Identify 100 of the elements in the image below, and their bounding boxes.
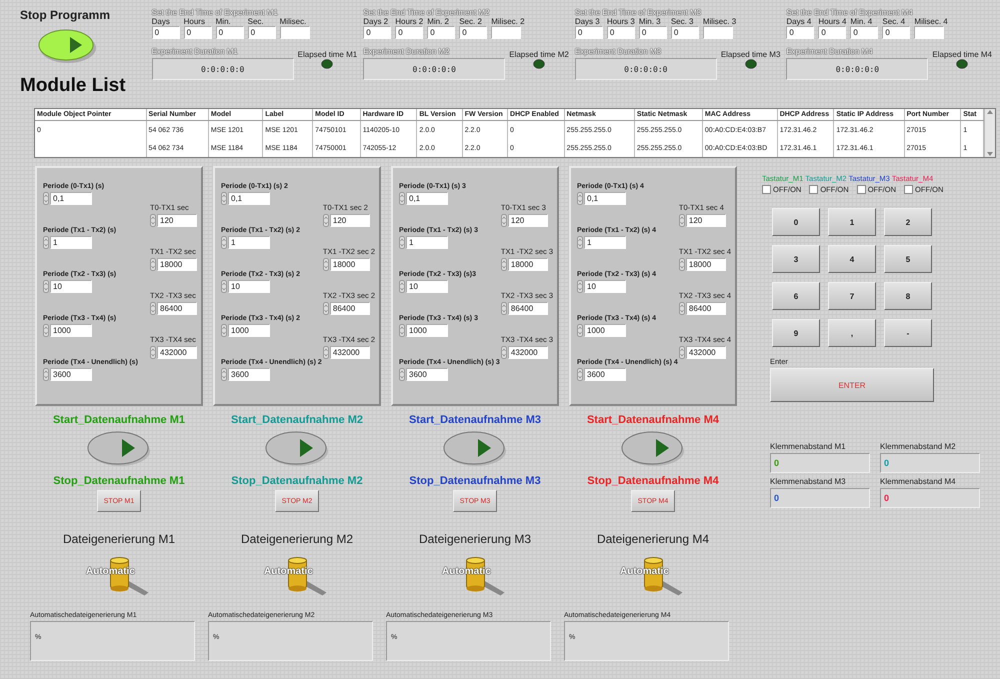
numeric-field[interactable]: 1 (406, 236, 448, 249)
spinner-icon[interactable] (43, 192, 49, 205)
spinner-icon[interactable] (221, 280, 227, 293)
numeric-field[interactable]: 432000 (686, 346, 726, 359)
numeric-field[interactable]: 10 (406, 280, 448, 293)
spinner-icon[interactable] (500, 258, 507, 271)
spinner-icon[interactable] (500, 302, 507, 315)
time-field[interactable]: 0 (216, 26, 244, 39)
numeric-field[interactable]: 1000 (584, 324, 626, 337)
numeric-field[interactable]: 120 (157, 214, 197, 227)
time-field[interactable]: 0 (638, 26, 667, 39)
numeric-field[interactable]: 1000 (50, 324, 92, 337)
spinner-icon[interactable] (678, 346, 685, 359)
spinner-icon[interactable] (399, 324, 405, 337)
numeric-field[interactable]: 0,1 (406, 192, 448, 205)
spinner-icon[interactable] (500, 346, 507, 359)
numeric-field[interactable]: 0,1 (228, 192, 270, 205)
spinner-icon[interactable] (577, 192, 583, 205)
spinner-icon[interactable] (322, 258, 329, 271)
numeric-field[interactable]: 120 (508, 214, 548, 227)
spinner-icon[interactable] (43, 280, 49, 293)
time-field[interactable]: 0 (184, 26, 212, 39)
time-field[interactable]: 0 (574, 26, 603, 39)
spinner-icon[interactable] (150, 302, 156, 315)
numeric-field[interactable]: 18000 (686, 258, 726, 271)
spinner-icon[interactable] (221, 324, 227, 337)
keypad-key[interactable]: 9 (772, 319, 820, 347)
spinner-icon[interactable] (577, 324, 583, 337)
numeric-field[interactable]: 10 (228, 280, 270, 293)
numeric-field[interactable]: 18000 (330, 258, 370, 271)
keypad-key[interactable]: 2 (884, 208, 932, 236)
numeric-field[interactable]: 1000 (228, 324, 270, 337)
numeric-field[interactable]: 432000 (330, 346, 370, 359)
numeric-field[interactable]: 3600 (50, 368, 92, 381)
spinner-icon[interactable] (322, 302, 329, 315)
time-field[interactable]: 0 (395, 26, 424, 39)
spinner-icon[interactable] (577, 236, 583, 249)
spinner-icon[interactable] (678, 258, 685, 271)
spinner-icon[interactable] (150, 346, 156, 359)
spinner-icon[interactable] (399, 192, 405, 205)
numeric-field[interactable]: 0,1 (50, 192, 92, 205)
spinner-icon[interactable] (678, 214, 685, 227)
spinner-icon[interactable] (43, 324, 49, 337)
scroll-up-icon[interactable] (987, 109, 993, 114)
keypad-key[interactable]: 8 (884, 282, 932, 310)
spinner-icon[interactable] (221, 368, 227, 381)
time-field[interactable] (914, 26, 944, 39)
time-field[interactable]: 0 (818, 26, 846, 39)
numeric-field[interactable]: 86400 (508, 302, 548, 315)
keypad-key[interactable]: 6 (772, 282, 820, 310)
numeric-field[interactable]: 1 (584, 236, 626, 249)
time-field[interactable]: 0 (850, 26, 878, 39)
scroll-down-icon[interactable] (987, 152, 993, 157)
numeric-field[interactable]: 86400 (157, 302, 197, 315)
time-field[interactable]: 0 (152, 26, 180, 39)
spinner-icon[interactable] (399, 280, 405, 293)
spinner-icon[interactable] (43, 368, 49, 381)
time-field[interactable]: 0 (459, 26, 488, 39)
numeric-field[interactable]: 120 (686, 214, 726, 227)
numeric-field[interactable]: 432000 (508, 346, 548, 359)
spinner-icon[interactable] (322, 214, 329, 227)
keypad-key[interactable]: , (828, 319, 876, 347)
numeric-field[interactable]: 3600 (406, 368, 448, 381)
spinner-icon[interactable] (399, 368, 405, 381)
numeric-field[interactable]: 3600 (584, 368, 626, 381)
time-field[interactable] (702, 26, 733, 39)
numeric-field[interactable]: 432000 (157, 346, 197, 359)
spinner-icon[interactable] (150, 214, 156, 227)
numeric-field[interactable]: 86400 (330, 302, 370, 315)
keypad-key[interactable]: 4 (828, 245, 876, 273)
time-field[interactable]: 0 (363, 26, 392, 39)
spinner-icon[interactable] (43, 236, 49, 249)
time-field[interactable]: 0 (248, 26, 276, 39)
numeric-field[interactable]: 1 (50, 236, 92, 249)
keypad-key[interactable]: - (884, 319, 932, 347)
numeric-field[interactable]: 3600 (228, 368, 270, 381)
time-field[interactable]: 0 (427, 26, 456, 39)
spinner-icon[interactable] (221, 192, 227, 205)
spinner-icon[interactable] (500, 214, 507, 227)
spinner-icon[interactable] (322, 346, 329, 359)
time-field[interactable] (491, 26, 522, 39)
numeric-field[interactable]: 10 (584, 280, 626, 293)
time-field[interactable] (280, 26, 310, 39)
keypad-key[interactable]: 7 (828, 282, 876, 310)
scrollbar[interactable] (984, 109, 995, 157)
numeric-field[interactable]: 10 (50, 280, 92, 293)
spinner-icon[interactable] (577, 368, 583, 381)
spinner-icon[interactable] (399, 236, 405, 249)
numeric-field[interactable]: 0,1 (584, 192, 626, 205)
time-field[interactable]: 0 (606, 26, 635, 39)
numeric-field[interactable]: 86400 (686, 302, 726, 315)
spinner-icon[interactable] (678, 302, 685, 315)
keypad-key[interactable]: 0 (772, 208, 820, 236)
numeric-field[interactable]: 18000 (508, 258, 548, 271)
numeric-field[interactable]: 1000 (406, 324, 448, 337)
spinner-icon[interactable] (150, 258, 156, 271)
spinner-icon[interactable] (221, 236, 227, 249)
time-field[interactable]: 0 (882, 26, 910, 39)
keypad-key[interactable]: 1 (828, 208, 876, 236)
numeric-field[interactable]: 18000 (157, 258, 197, 271)
